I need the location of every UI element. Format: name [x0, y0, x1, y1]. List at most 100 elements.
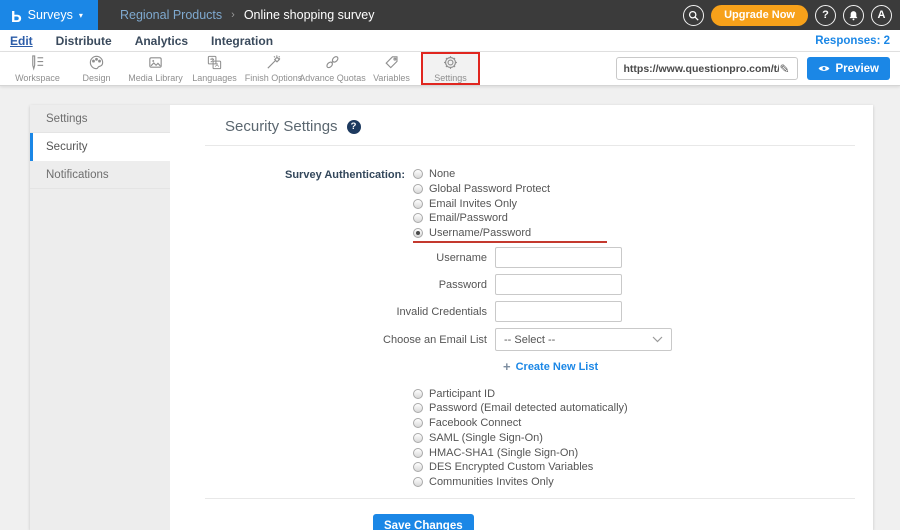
help-button[interactable]: ? — [815, 4, 836, 26]
search-button[interactable] — [683, 4, 705, 26]
radio-label: HMAC-SHA1 (Single Sign-On) — [429, 446, 579, 459]
radio-icon[interactable] — [413, 213, 423, 224]
toolbar-item-label: Variables — [373, 73, 410, 83]
invalid-credentials-label: Invalid Credentials — [396, 305, 488, 318]
toolbar-item-media-library[interactable]: Media Library — [126, 52, 185, 85]
toolbar-item-label: Media Library — [128, 73, 183, 83]
username-label: Username — [436, 251, 487, 264]
radio-saml-sso[interactable]: SAML (Single Sign-On) — [413, 431, 873, 446]
edit-url-pencil-icon[interactable]: ✎ — [779, 62, 789, 76]
responses-count[interactable]: Responses: 2 — [815, 35, 890, 47]
radio-icon[interactable] — [413, 447, 423, 458]
radio-icon[interactable] — [413, 169, 423, 180]
radio-hmac-sha1-sso[interactable]: HMAC-SHA1 (Single Sign-On) — [413, 445, 873, 460]
edit-toolbar: Workspace Design Media Library A Languag… — [0, 52, 900, 86]
password-input[interactable] — [495, 274, 622, 296]
radio-des-encrypted-custom-variables[interactable]: DES Encrypted Custom Variables — [413, 460, 873, 475]
toolbar-item-workspace[interactable]: Workspace — [8, 52, 67, 85]
username-input[interactable] — [495, 247, 622, 269]
toolbar-item-label: Languages — [192, 73, 237, 83]
upgrade-now-button[interactable]: Upgrade Now — [711, 4, 808, 26]
preview-label: Preview — [835, 62, 879, 75]
invalid-credentials-row: Invalid Credentials — [170, 301, 873, 323]
password-label: Password — [438, 278, 487, 291]
auth-options-top: None Global Password Protect Email Invit… — [413, 167, 607, 244]
tab-distribute[interactable]: Distribute — [56, 34, 112, 48]
breadcrumb-parent[interactable]: Regional Products — [120, 8, 222, 22]
bell-icon — [849, 10, 858, 20]
plus-icon: + — [503, 359, 511, 375]
toolbar-item-settings[interactable]: Settings — [421, 52, 480, 85]
radio-label: None — [429, 168, 456, 181]
breadcrumb: Regional Products › Online shopping surv… — [120, 8, 374, 22]
divider — [205, 498, 855, 500]
radio-icon[interactable] — [413, 198, 423, 209]
eye-icon — [818, 66, 829, 71]
tab-edit[interactable]: Edit — [10, 34, 33, 48]
brand-logo[interactable]: P Surveys ▾ — [0, 0, 98, 30]
radio-icon[interactable] — [413, 403, 423, 414]
radio-communities-invites-only[interactable]: Communities Invites Only — [413, 475, 873, 490]
settings-sidebar: Settings Security Notifications — [30, 105, 170, 530]
invalid-credentials-input[interactable] — [495, 301, 622, 323]
radio-icon[interactable] — [413, 388, 423, 399]
survey-authentication-label: Survey Authentication: — [285, 169, 405, 181]
radio-global-password-protect[interactable]: Global Password Protect — [413, 182, 607, 197]
radio-icon-checked[interactable] — [413, 228, 423, 239]
save-changes-button[interactable]: Save Changes — [373, 514, 474, 530]
toolbar-item-label: Settings — [434, 73, 467, 83]
tab-analytics[interactable]: Analytics — [135, 34, 188, 48]
radio-icon[interactable] — [413, 184, 423, 195]
topbar: P Surveys ▾ Regional Products › Online s… — [0, 0, 900, 30]
password-row: Password — [170, 274, 873, 296]
toolbar-item-languages[interactable]: A Languages — [185, 52, 244, 85]
preview-button[interactable]: Preview — [806, 57, 890, 80]
app-window: P Surveys ▾ Regional Products › Online s… — [0, 0, 900, 530]
tab-integration[interactable]: Integration — [211, 34, 273, 48]
help-tooltip-icon[interactable]: ? — [346, 119, 361, 134]
tag-icon — [385, 56, 398, 69]
radio-participant-id[interactable]: Participant ID — [413, 386, 873, 401]
radio-label: SAML (Single Sign-On) — [429, 431, 543, 444]
sidebar-item-notifications[interactable]: Notifications — [30, 161, 170, 189]
radio-username-password[interactable]: Username/Password — [413, 226, 607, 241]
radio-label: Email/Password — [429, 212, 508, 225]
security-settings-panel: Security Settings ? Survey Authenticatio… — [170, 105, 873, 530]
survey-url-input[interactable] — [623, 62, 780, 75]
radio-label: Communities Invites Only — [429, 475, 554, 488]
sidebar-item-security[interactable]: Security — [30, 133, 170, 161]
chain-links-icon — [326, 56, 339, 69]
create-new-list-row: + Create New List — [503, 360, 873, 373]
radio-icon[interactable] — [413, 418, 423, 429]
create-new-list-link[interactable]: Create New List — [516, 361, 599, 373]
radio-icon[interactable] — [413, 432, 423, 443]
username-row: Username — [170, 247, 873, 269]
radio-password-email-detected[interactable]: Password (Email detected automatically) — [413, 401, 873, 416]
radio-icon[interactable] — [413, 476, 423, 487]
avatar[interactable]: A — [871, 4, 892, 26]
divider — [205, 145, 855, 146]
survey-url-field[interactable]: ✎ — [615, 57, 798, 80]
notifications-button[interactable] — [843, 4, 864, 26]
toolbar-item-label: Design — [82, 73, 111, 83]
radio-icon[interactable] — [413, 462, 423, 473]
toolbar-item-label: Advance Quotas — [299, 73, 366, 83]
sidebar-item-settings[interactable]: Settings — [30, 105, 170, 133]
toolbar-item-variables[interactable]: Variables — [362, 52, 421, 85]
svg-text:A: A — [215, 63, 219, 69]
email-list-selected-value: -- Select -- — [504, 333, 556, 346]
panel-header: Security Settings ? — [225, 118, 873, 135]
radio-facebook-connect[interactable]: Facebook Connect — [413, 416, 873, 431]
radio-none[interactable]: None — [413, 167, 607, 182]
palette-icon — [89, 55, 104, 70]
toolbar-item-finish-options[interactable]: Finish Options — [244, 52, 303, 85]
email-list-label: Choose an Email List — [383, 333, 487, 346]
toolbar-item-design[interactable]: Design — [67, 52, 126, 85]
email-list-select[interactable]: -- Select -- — [495, 328, 672, 352]
radio-email-password[interactable]: Email/Password — [413, 211, 607, 226]
toolbar-item-advance-quotas[interactable]: Advance Quotas — [299, 52, 366, 85]
survey-authentication-row: Survey Authentication: None Global Passw… — [170, 167, 873, 244]
page-title: Security Settings — [225, 118, 338, 135]
radio-label: Email Invites Only — [429, 197, 518, 210]
radio-email-invites-only[interactable]: Email Invites Only — [413, 196, 607, 211]
